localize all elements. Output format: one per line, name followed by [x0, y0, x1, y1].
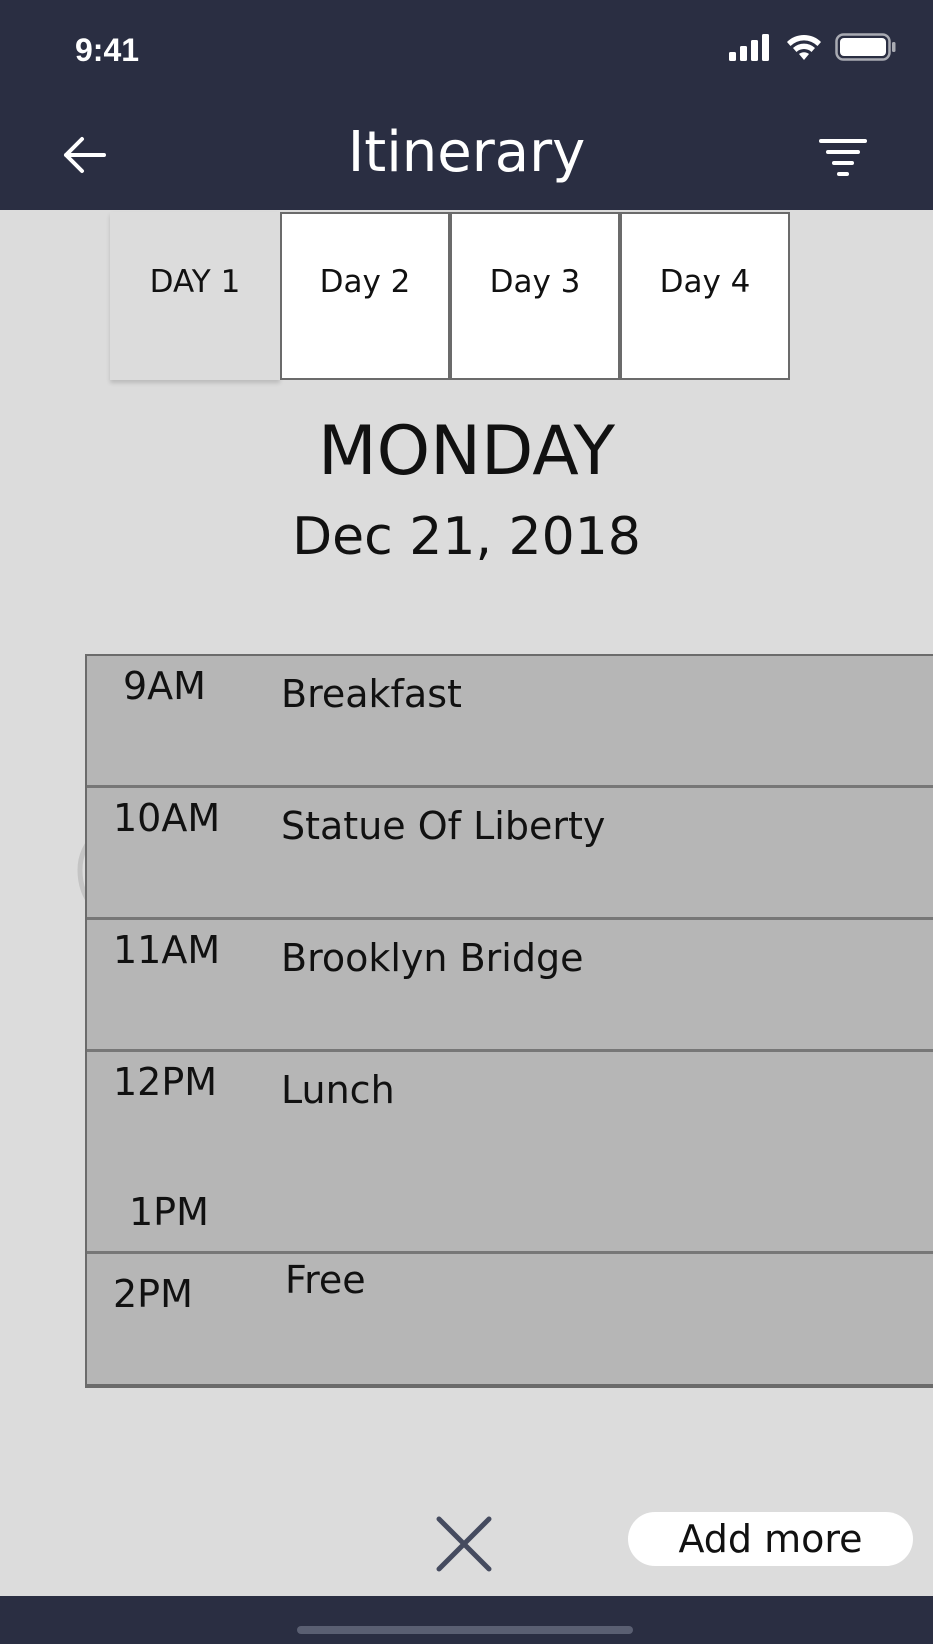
row-time: 11AM: [113, 928, 221, 972]
tab-day-1[interactable]: DAY 1: [110, 212, 280, 380]
status-icons: [727, 32, 897, 62]
nav-bar: Itinerary: [0, 100, 933, 210]
schedule-row[interactable]: 10AM Statue Of Liberty: [87, 788, 933, 920]
home-indicator[interactable]: [297, 1626, 633, 1634]
schedule-row[interactable]: 12PM 1PM Lunch: [87, 1052, 933, 1254]
wifi-icon: [787, 34, 821, 60]
filter-button[interactable]: [818, 135, 868, 180]
page-title: Itinerary: [347, 120, 586, 185]
schedule-row[interactable]: 9AM Breakfast: [87, 656, 933, 788]
add-more-button[interactable]: Add more: [628, 1512, 913, 1566]
row-event: Lunch: [281, 1068, 395, 1112]
status-bar: 9:41: [0, 0, 933, 100]
row-time: 12PM: [113, 1060, 218, 1104]
close-icon: [436, 1516, 492, 1572]
signal-icon: [729, 34, 769, 61]
filter-icon: [819, 139, 867, 176]
row-time: 9AM: [123, 664, 206, 708]
home-bar-area: [0, 1596, 933, 1644]
row-event: Breakfast: [281, 672, 462, 716]
battery-icon: [835, 33, 896, 61]
row-end-time: 1PM: [129, 1190, 209, 1234]
row-time: 2PM: [113, 1272, 193, 1316]
tab-day-4[interactable]: Day 4: [620, 212, 790, 380]
row-time: 10AM: [113, 796, 221, 840]
status-time: 9:41: [75, 32, 140, 68]
schedule-list: 9AM Breakfast 10AM Statue Of Liberty 11A…: [85, 654, 933, 1388]
row-event: Brooklyn Bridge: [281, 936, 584, 980]
day-name: MONDAY: [317, 412, 615, 491]
tab-day-3[interactable]: Day 3: [450, 212, 620, 380]
schedule-row[interactable]: 11AM Brooklyn Bridge: [87, 920, 933, 1052]
tab-day-2[interactable]: Day 2: [280, 212, 450, 380]
schedule-row[interactable]: 2PM Free: [87, 1254, 933, 1386]
day-tabs: DAY 1 Day 2 Day 3 Day 4: [110, 212, 790, 380]
row-event: Statue Of Liberty: [281, 804, 606, 848]
row-event: Free: [285, 1258, 366, 1302]
close-button[interactable]: [435, 1515, 493, 1573]
day-date: Dec 21, 2018: [292, 507, 641, 567]
